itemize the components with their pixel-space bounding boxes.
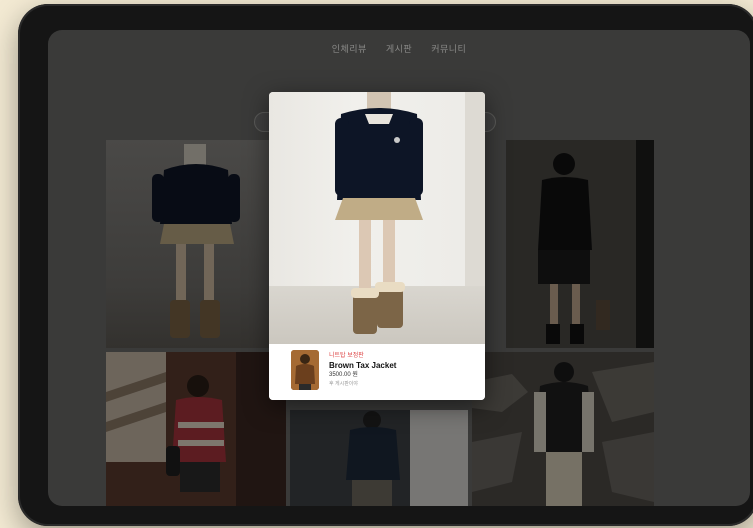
product-info: 니트탑 보정판 Brown Tax Jacket 3500.00 원 후 게시판… [329, 352, 396, 388]
grid-photo-3[interactable] [106, 352, 286, 506]
nav-item-review[interactable]: 인체리뷰 [332, 44, 367, 54]
post-preview-modal[interactable]: 니트탑 보정판 Brown Tax Jacket 3500.00 원 후 게시판… [269, 92, 485, 400]
product-thumb-image [291, 350, 319, 390]
nav-item-community[interactable]: 커뮤니티 [431, 44, 466, 54]
preview-photo [269, 92, 485, 344]
outfit-photo-2 [506, 140, 654, 348]
outfit-photo-3 [106, 352, 286, 506]
product-price: 3500.00 원 [329, 372, 358, 378]
grid-photo-1[interactable] [106, 140, 286, 348]
outfit-photo-4 [290, 410, 468, 506]
grid-photo-5[interactable] [472, 352, 654, 506]
product-card[interactable]: 니트탑 보정판 Brown Tax Jacket 3500.00 원 후 게시판… [269, 344, 485, 400]
product-meta: 후 게시판이야 [329, 381, 358, 387]
top-nav: 인체리뷰 게시판 커뮤니티 [48, 42, 750, 55]
product-name[interactable]: Brown Tax Jacket [329, 360, 396, 371]
outfit-photo-5 [472, 352, 654, 506]
product-thumbnail[interactable] [291, 350, 319, 390]
nav-item-board[interactable]: 게시판 [386, 44, 412, 54]
outfit-photo-main [335, 92, 485, 334]
grid-photo-2[interactable] [506, 140, 654, 348]
product-category: 니트탑 보정판 [329, 353, 364, 359]
outfit-photo-1 [152, 144, 240, 338]
grid-photo-4[interactable] [290, 410, 468, 506]
